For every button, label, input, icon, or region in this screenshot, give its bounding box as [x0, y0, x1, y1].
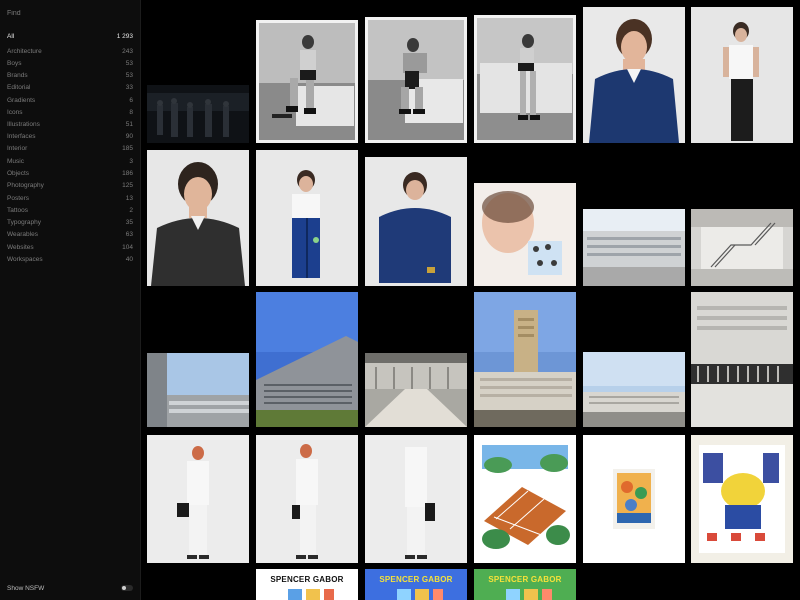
category-posters[interactable]: Posters 13 — [7, 193, 133, 204]
gallery-image[interactable] — [365, 435, 467, 563]
category-workspaces[interactable]: Workspaces 40 — [7, 254, 133, 265]
category-label: Objects — [7, 170, 30, 177]
gallery-image[interactable] — [256, 292, 358, 427]
category-count: 6 — [129, 97, 133, 104]
category-count: 35 — [125, 219, 133, 226]
category-brands[interactable]: Brands 53 — [7, 70, 133, 81]
gallery-image[interactable] — [147, 150, 249, 286]
category-label: Posters — [7, 195, 30, 202]
gallery-image[interactable] — [691, 292, 793, 427]
category-label: Gradients — [7, 97, 36, 104]
gallery-image[interactable] — [691, 435, 793, 563]
category-label: Wearables — [7, 231, 38, 238]
category-wearables[interactable]: Wearables 63 — [7, 229, 133, 240]
category-music[interactable]: Music 3 — [7, 156, 133, 167]
category-count: 2 — [129, 207, 133, 214]
category-count: 51 — [125, 121, 133, 128]
category-typography[interactable]: Typography 35 — [7, 217, 133, 228]
gallery-image[interactable] — [583, 7, 685, 143]
category-illustrations[interactable]: Illustrations 51 — [7, 119, 133, 130]
category-count: 1 293 — [116, 33, 133, 40]
category-label: Architecture — [7, 48, 42, 55]
category-icons[interactable]: Icons 8 — [7, 107, 133, 118]
category-label: Music — [7, 158, 24, 165]
category-all[interactable]: All 1 293 — [7, 31, 133, 42]
website-card[interactable]: SPENCER GABOR — [365, 569, 467, 600]
category-count: 90 — [125, 133, 133, 140]
gallery-image[interactable] — [256, 150, 358, 286]
category-label: Tattoos — [7, 207, 28, 214]
category-label: Typography — [7, 219, 41, 226]
category-architecture[interactable]: Architecture 243 — [7, 46, 133, 57]
category-count: 125 — [122, 182, 133, 189]
gallery-image[interactable] — [474, 435, 576, 563]
category-objects[interactable]: Objects 186 — [7, 168, 133, 179]
category-count: 186 — [122, 170, 133, 177]
sidebar: All 1 293 Architecture 243 Boys 53 Brands 53… — [0, 0, 141, 600]
category-label: Brands — [7, 72, 28, 79]
category-count: 8 — [129, 109, 133, 116]
category-count: 40 — [125, 256, 133, 263]
gallery-image[interactable] — [474, 292, 576, 427]
gallery-image[interactable] — [583, 209, 685, 286]
gallery-image[interactable] — [583, 352, 685, 427]
nsfw-label: Show NSFW — [7, 584, 45, 592]
gallery-image[interactable] — [583, 435, 685, 563]
gallery-image[interactable] — [365, 353, 467, 427]
category-photography[interactable]: Photography 125 — [7, 180, 133, 191]
category-count: 33 — [125, 84, 133, 91]
category-label: Boys — [7, 60, 22, 67]
gallery-image[interactable] — [365, 157, 467, 286]
category-label: All — [7, 33, 15, 40]
category-count: 63 — [125, 231, 133, 238]
website-card[interactable]: SPENCER GABOR — [474, 569, 576, 600]
gallery-image[interactable] — [474, 183, 576, 286]
category-label: Photography — [7, 182, 44, 189]
category-label: Interior — [7, 145, 28, 152]
category-interfaces[interactable]: Interfaces 90 — [7, 131, 133, 142]
category-count: 104 — [122, 244, 133, 251]
category-label: Workspaces — [7, 256, 43, 263]
category-gradients[interactable]: Gradients 6 — [7, 95, 133, 106]
gallery-image[interactable] — [256, 435, 358, 563]
gallery-image[interactable] — [147, 85, 249, 143]
nsfw-toggle[interactable] — [121, 585, 133, 591]
category-interior[interactable]: Interior 185 — [7, 143, 133, 154]
category-count: 53 — [125, 72, 133, 79]
gallery-image[interactable] — [256, 20, 358, 143]
category-label: Websites — [7, 244, 34, 251]
category-label: Icons — [7, 109, 23, 116]
category-label: Illustrations — [7, 121, 40, 128]
search-input[interactable] — [7, 7, 133, 19]
nsfw-row: Show NSFW — [7, 583, 133, 593]
gallery-image[interactable] — [147, 353, 249, 427]
gallery-image[interactable] — [474, 15, 576, 143]
category-count: 3 — [129, 158, 133, 165]
gallery-image[interactable] — [147, 435, 249, 563]
category-label: Interfaces — [7, 133, 36, 140]
category-tattoos[interactable]: Tattoos 2 — [7, 205, 133, 216]
category-count: 243 — [122, 48, 133, 55]
category-boys[interactable]: Boys 53 — [7, 58, 133, 69]
gallery-image[interactable] — [365, 17, 467, 143]
category-websites[interactable]: Websites 104 — [7, 242, 133, 253]
category-count: 185 — [122, 145, 133, 152]
gallery-image[interactable] — [691, 7, 793, 143]
category-label: Editorial — [7, 84, 31, 91]
category-count: 13 — [125, 195, 133, 202]
category-count: 53 — [125, 60, 133, 67]
website-card[interactable]: SPENCER GABOR — [256, 569, 358, 600]
category-editorial[interactable]: Editorial 33 — [7, 82, 133, 93]
gallery-image[interactable] — [691, 209, 793, 286]
